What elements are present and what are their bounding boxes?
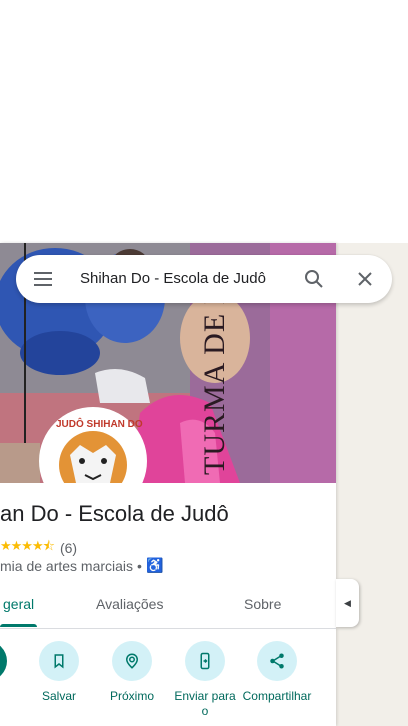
directions-button[interactable]: s	[0, 641, 22, 704]
chevron-left-icon: ◀	[344, 597, 351, 608]
place-title: an Do - Escola de Judô	[0, 501, 229, 526]
search-box[interactable]: Shihan Do - Escola de Judô	[16, 255, 392, 303]
place-panel: TURMA DE I JUDÔ SHIHAN DO an Do - Escola…	[0, 243, 336, 726]
tab-reviews[interactable]: Avaliações	[96, 586, 163, 628]
save-label: Salvar	[41, 689, 76, 703]
review-count[interactable]: (6)	[60, 540, 77, 556]
logo-text: JUDÔ SHIHAN DO	[56, 419, 143, 430]
place-tabs: geral Avaliações Sobre	[0, 586, 336, 629]
send-to-phone-button[interactable]: Enviar para o	[170, 641, 240, 719]
menu-icon[interactable]	[32, 269, 54, 289]
share-label: Compartilhar	[242, 689, 312, 703]
send-to-phone-label: Enviar para o	[174, 689, 236, 718]
blank-area	[0, 0, 408, 243]
directions-icon	[0, 641, 7, 681]
directions-label: s	[0, 689, 22, 704]
bookmark-icon	[39, 641, 79, 681]
place-category[interactable]: mia de artes marciais	[0, 558, 133, 574]
search-input[interactable]: Shihan Do - Escola de Judô	[80, 270, 266, 287]
collapse-panel-button[interactable]: ◀	[336, 579, 359, 627]
send-to-phone-icon	[185, 641, 225, 681]
share-button[interactable]: Compartilhar	[242, 641, 312, 704]
category-row: mia de artes marciais • ♿	[0, 557, 163, 574]
wheelchair-accessible-icon: ♿	[145, 557, 164, 573]
map-canvas[interactable]	[336, 243, 408, 726]
rating-row: ★★★★⯪ (6)	[0, 537, 77, 559]
nearby-icon	[112, 641, 152, 681]
action-buttons: s Salvar Próximo Enviar para o Compartil…	[0, 641, 336, 726]
photo-banner-text: TURMA DE I	[198, 293, 231, 475]
category-separator: •	[137, 557, 142, 574]
share-icon	[257, 641, 297, 681]
save-button[interactable]: Salvar	[24, 641, 94, 704]
close-icon[interactable]	[353, 267, 377, 291]
nearby-label: Próximo	[109, 689, 154, 703]
star-rating: ★★★★⯪	[0, 538, 55, 553]
active-tab-indicator	[0, 624, 37, 627]
search-icon[interactable]	[302, 267, 326, 291]
tab-about[interactable]: Sobre	[244, 586, 281, 628]
tab-overview[interactable]: geral	[3, 586, 34, 628]
nearby-button[interactable]: Próximo	[97, 641, 167, 704]
